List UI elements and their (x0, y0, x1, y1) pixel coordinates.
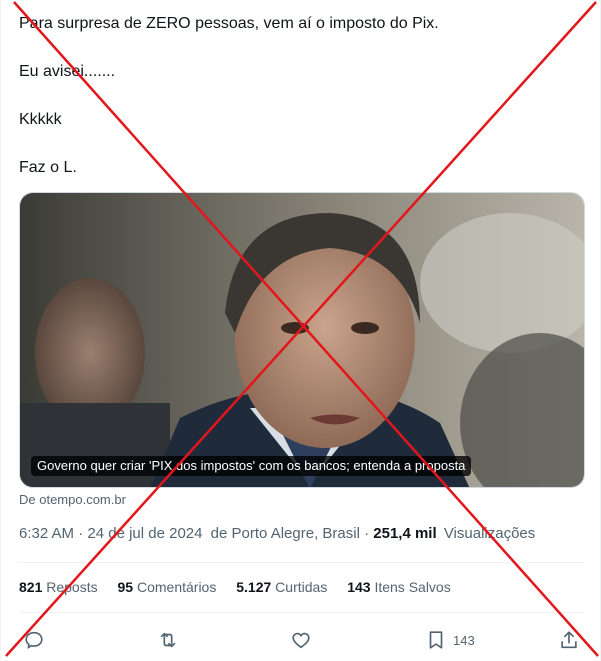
tweet-stats: 821 Reposts 95 Comentários 5.127 Curtida… (19, 579, 467, 595)
saves-stat[interactable]: 143 Itens Salvos (347, 579, 451, 595)
views-count: 251,4 mil (373, 525, 437, 542)
like-button[interactable] (290, 626, 312, 654)
like-icon (292, 632, 310, 649)
tweet-text-line-3: Kkkkk (19, 111, 62, 128)
tweet-text-line-2: Eu avisei....... (19, 63, 116, 80)
share-icon (561, 631, 577, 649)
tweet-text-line-4: Faz o L. (19, 159, 77, 176)
tweet-text-line-1: Para surpresa de ZERO pessoas, vem aí o … (19, 15, 439, 32)
link-card[interactable]: Governo quer criar 'PIX dos impostos' co… (19, 192, 585, 488)
meta-separator: · (364, 525, 374, 542)
card-image (20, 193, 584, 487)
views-label: Visualizações (443, 525, 536, 542)
reposts-count: 821 (19, 579, 43, 595)
tweet-location: de Porto Alegre, Brasil (210, 525, 360, 542)
likes-stat[interactable]: 5.127 Curtidas (236, 579, 327, 595)
divider (19, 612, 585, 613)
bookmark-count: 143 (453, 632, 475, 648)
likes-label: Curtidas (275, 579, 328, 595)
tweet-time[interactable]: 6:32 AM (19, 525, 74, 542)
tweet-detail: Para surpresa de ZERO pessoas, vem aí o … (0, 0, 601, 661)
saves-count: 143 (347, 579, 371, 595)
meta-separator: · (78, 525, 88, 542)
comments-stat[interactable]: 95 Comentários (118, 579, 217, 595)
reposts-label: Reposts (46, 579, 98, 595)
reposts-stat[interactable]: 821 Reposts (19, 579, 98, 595)
card-source[interactable]: De otempo.com.br (19, 492, 126, 507)
bookmark-button[interactable]: 143 (425, 626, 475, 654)
repost-icon (160, 632, 176, 648)
comments-count: 95 (117, 579, 134, 595)
tweet-date[interactable]: 24 de jul de 2024 (87, 525, 202, 542)
tweet-meta: 6:32 AM · 24 de jul de 2024 de Porto Ale… (19, 525, 535, 542)
divider (19, 562, 585, 563)
card-caption: Governo quer criar 'PIX dos impostos' co… (31, 456, 472, 476)
bookmark-icon (429, 631, 443, 649)
likes-count: 5.127 (236, 579, 272, 595)
share-button[interactable] (558, 626, 580, 654)
reply-button[interactable] (23, 626, 45, 654)
repost-button[interactable] (157, 626, 179, 654)
reply-icon (25, 631, 43, 649)
saves-label: Itens Salvos (374, 579, 451, 595)
comments-label: Comentários (136, 579, 217, 595)
